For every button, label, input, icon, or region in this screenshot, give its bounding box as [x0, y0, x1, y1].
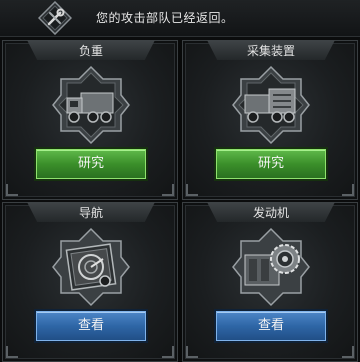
- panel-cargo: 负重 研究: [2, 40, 178, 200]
- wrench-tools-icon: [38, 1, 72, 35]
- notification-bar: 您的攻击部队已经返回。: [0, 0, 360, 37]
- panel-harvester: 采集装置 研究: [182, 40, 358, 200]
- view-button[interactable]: 查看: [216, 311, 326, 341]
- harvester-truck-icon: [232, 65, 310, 145]
- panel-navigation: 导航 查看: [2, 202, 178, 362]
- panel-title: 负重: [78, 44, 103, 58]
- view-button[interactable]: 查看: [36, 311, 146, 341]
- engine-gear-icon: [232, 227, 310, 307]
- research-button[interactable]: 研究: [36, 149, 146, 179]
- research-button[interactable]: 研究: [216, 149, 326, 179]
- panel-engine: 发动机 查看: [182, 202, 358, 362]
- panel-title: 采集装置: [246, 44, 295, 58]
- panel-title: 发动机: [252, 206, 289, 220]
- notification-text: 您的攻击部队已经返回。: [96, 11, 234, 25]
- panel-title: 导航: [78, 206, 103, 220]
- cargo-truck-icon: [52, 65, 130, 145]
- navigation-radar-icon: [52, 227, 130, 307]
